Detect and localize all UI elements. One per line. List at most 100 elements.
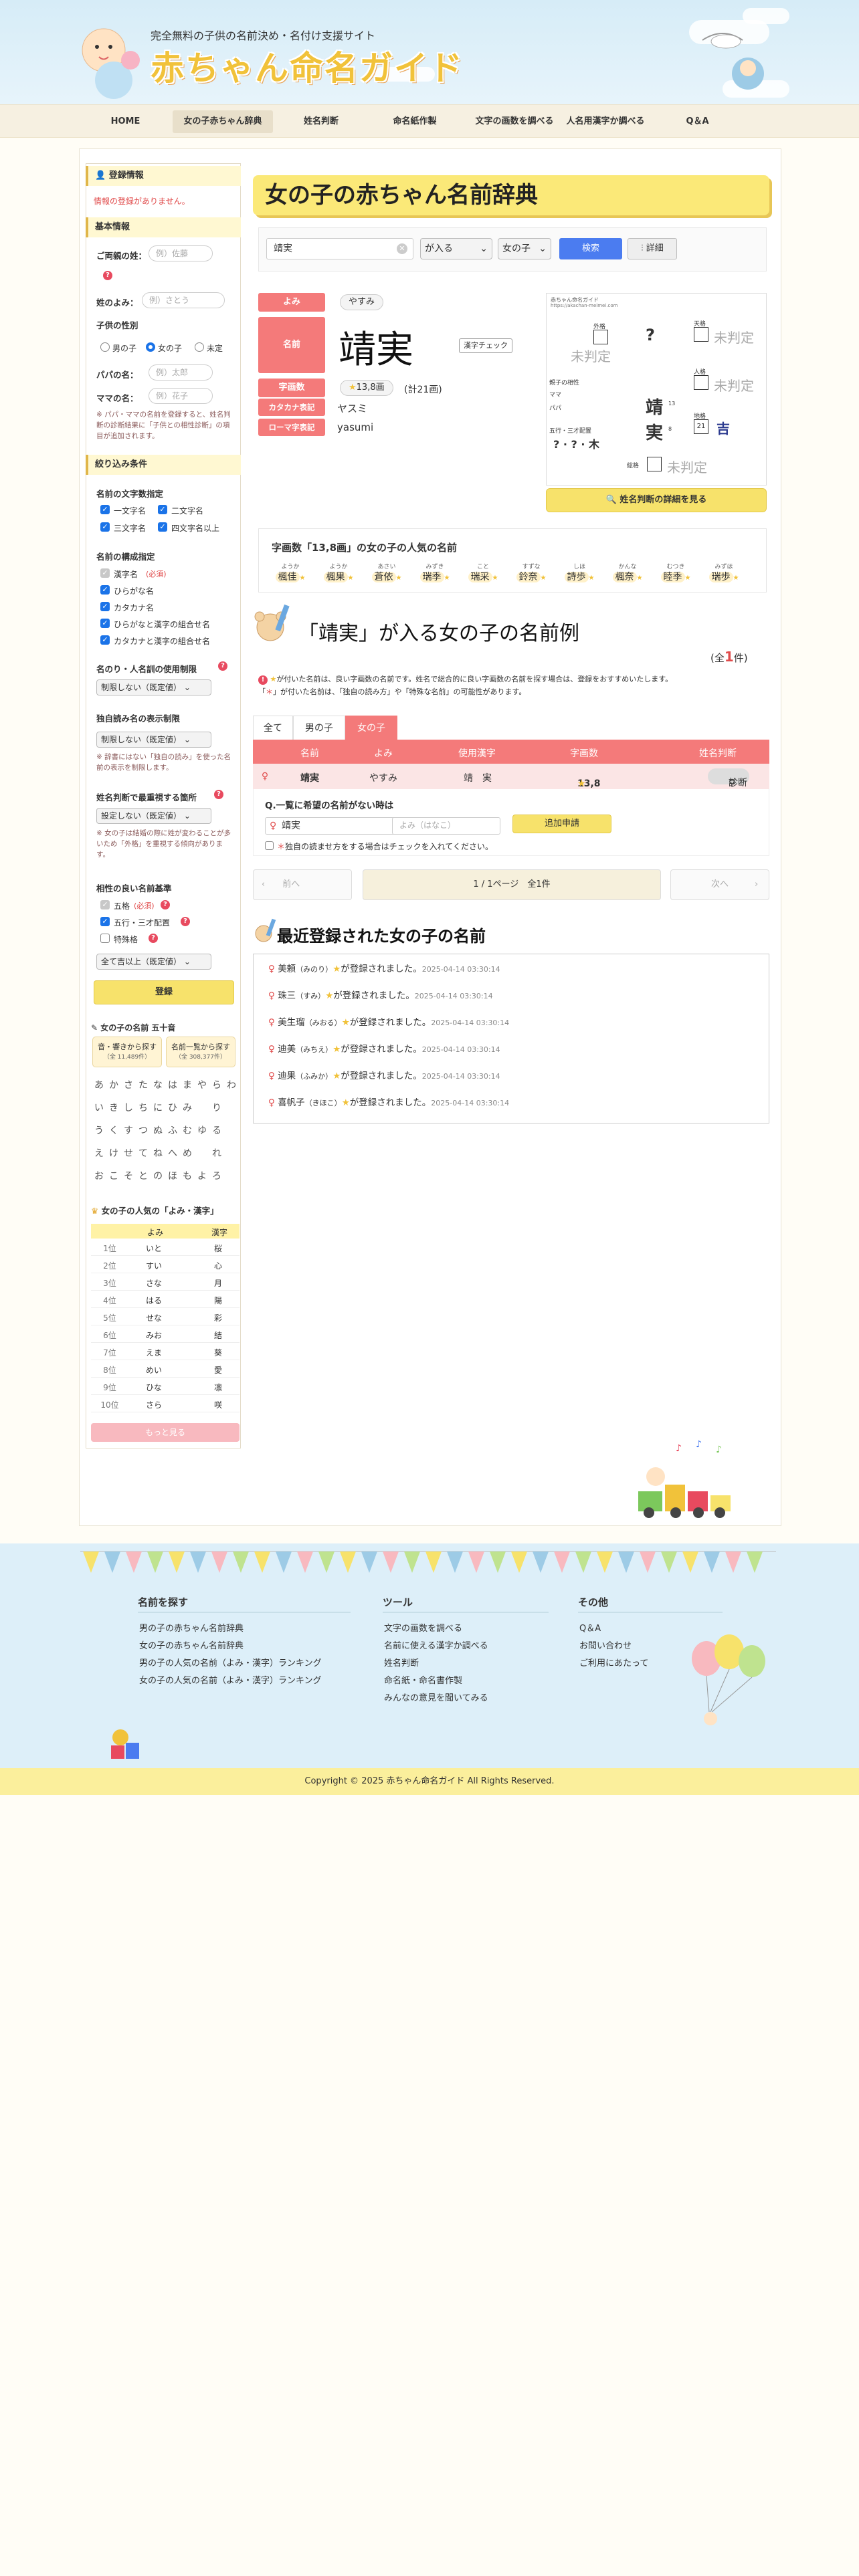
recent-name[interactable]: 美頼 xyxy=(278,964,296,974)
footer-link-meimei[interactable]: 命名紙・命名書作製 xyxy=(384,1673,462,1686)
ranking-row[interactable]: 10位 さら 咲 xyxy=(91,1395,240,1412)
same-strokes-name[interactable]: むつき 睦季 ★ xyxy=(653,562,698,583)
footer-link-opinion[interactable]: みんなの意見を聞いてみる xyxy=(384,1691,488,1703)
original-limit-select[interactable]: 制限しない（既定値） ⌄ xyxy=(96,732,211,748)
footer-link-boy-dictionary[interactable]: 男の子の赤ちゃん名前辞典 xyxy=(139,1621,244,1634)
ranking-kanji[interactable]: 結 xyxy=(198,1329,238,1341)
same-strokes-name[interactable]: すずな 鈴奈 ★ xyxy=(508,562,554,583)
nav-meimei-paper[interactable]: 命名紙作製 xyxy=(375,110,455,133)
kana-link[interactable]: け xyxy=(106,1146,122,1160)
kana-link[interactable]: せ xyxy=(120,1146,136,1160)
name-text[interactable]: 詩歩 xyxy=(564,572,589,582)
kana-link[interactable]: ち xyxy=(135,1101,151,1114)
kana-link[interactable]: て xyxy=(135,1146,151,1160)
tab-girl[interactable]: 女の子 xyxy=(345,716,397,740)
recent-name[interactable]: 喜帆子 xyxy=(278,1097,305,1108)
table-row[interactable]: ♀ 靖実 やすみ 靖 実 13,8 ★ ⚲ 診断 xyxy=(253,764,769,789)
mama-name-input[interactable]: 例）花子 xyxy=(149,388,213,404)
help-icon[interactable]: ? xyxy=(181,917,190,926)
priority-select[interactable]: 設定しない（既定値） ⌄ xyxy=(96,808,211,824)
kana-link[interactable]: め xyxy=(179,1146,195,1160)
same-strokes-name[interactable]: かんな 楓奈 ★ xyxy=(605,562,650,583)
detail-search-button[interactable]: ⫶ 詳細 xyxy=(628,238,677,259)
help-icon[interactable]: ? xyxy=(218,661,227,671)
kana-link[interactable]: さ xyxy=(120,1078,136,1091)
composition-katakana-checkbox[interactable]: ✓ xyxy=(100,602,110,611)
kana-link[interactable]: ぬ xyxy=(150,1123,166,1137)
list-search-button[interactable]: 名前一覧から探す （全 308,377件） xyxy=(166,1037,235,1067)
charcount-4-checkbox[interactable]: ✓ xyxy=(158,522,167,532)
list-item[interactable]: ♀ 珠三（すみ）★が登録されました。2025-04-14 03:30:14 xyxy=(268,988,493,1001)
kana-link[interactable]: ら xyxy=(209,1078,225,1091)
ranking-reading[interactable]: すい xyxy=(134,1260,174,1271)
kana-link[interactable]: む xyxy=(179,1123,195,1137)
kana-link[interactable]: ね xyxy=(150,1146,166,1160)
ranking-reading[interactable]: せな xyxy=(134,1312,174,1323)
fortune-detail-button[interactable]: 🔍 姓名判断の詳細を見る xyxy=(546,488,767,512)
ranking-row[interactable]: 4位 はる 陽 xyxy=(91,1291,240,1308)
footer-link-terms[interactable]: ご利用にあたって xyxy=(579,1656,648,1669)
next-page-button[interactable]: 次へ › xyxy=(670,869,769,900)
kana-link[interactable]: わ xyxy=(223,1078,240,1091)
list-item[interactable]: ♀ 迪美（みちえ）★が登録されました。2025-04-14 03:30:14 xyxy=(268,1041,500,1055)
kana-link[interactable]: り xyxy=(209,1101,225,1114)
name-text[interactable]: 瑞采 xyxy=(468,572,492,582)
kana-link[interactable]: う xyxy=(91,1123,107,1137)
ranking-kanji[interactable]: 桜 xyxy=(198,1243,238,1254)
composition-hiragana-kanji-checkbox[interactable]: ✓ xyxy=(100,619,110,628)
search-button[interactable]: 検索 xyxy=(559,238,622,259)
kana-link[interactable]: ま xyxy=(179,1078,195,1091)
name-text[interactable]: 楓佳 xyxy=(275,572,300,582)
ranking-reading[interactable]: えま xyxy=(134,1347,174,1358)
kana-link[interactable]: く xyxy=(106,1123,122,1137)
kana-link[interactable]: ふ xyxy=(165,1123,181,1137)
ranking-reading[interactable]: ひな xyxy=(134,1382,174,1393)
ranking-row[interactable]: 8位 めい 愛 xyxy=(91,1360,240,1378)
kana-link[interactable]: す xyxy=(120,1123,136,1137)
gender-radio-undecided[interactable] xyxy=(195,342,204,352)
ranking-row[interactable]: 7位 えま 葵 xyxy=(91,1343,240,1360)
good-match-select[interactable]: 全て吉以上（既定値） ⌄ xyxy=(96,954,211,970)
kana-link[interactable]: お xyxy=(91,1169,107,1182)
gender-radio-girl[interactable] xyxy=(146,342,155,352)
kana-link[interactable]: と xyxy=(135,1169,151,1182)
nav-qa[interactable]: Q＆A xyxy=(669,110,726,133)
kana-link[interactable]: れ xyxy=(209,1146,225,1160)
kana-link[interactable]: や xyxy=(194,1078,210,1091)
ranking-reading[interactable]: はる xyxy=(134,1295,174,1306)
nav-seimei-handan[interactable]: 姓名判断 xyxy=(281,110,361,133)
ranking-row[interactable]: 6位 みお 結 xyxy=(91,1325,240,1343)
kana-link[interactable]: み xyxy=(179,1101,195,1114)
ranking-row[interactable]: 3位 さな 月 xyxy=(91,1273,240,1291)
ranking-row[interactable]: 2位 すい 心 xyxy=(91,1256,240,1273)
footer-link-strokes[interactable]: 文字の画数を調べる xyxy=(384,1621,462,1634)
ranking-row[interactable]: 1位 いと 桜 xyxy=(91,1239,240,1256)
footer-link-girl-dictionary[interactable]: 女の子の赤ちゃん名前辞典 xyxy=(139,1638,244,1651)
footer-link-kanji-check[interactable]: 名前に使える漢字か調べる xyxy=(384,1638,488,1651)
list-item[interactable]: ♀ 那美花 xyxy=(268,1121,305,1123)
add-name-input[interactable]: ♀ 靖実 xyxy=(265,817,399,835)
kana-link[interactable]: は xyxy=(165,1078,181,1091)
kana-link[interactable]: る xyxy=(209,1123,225,1137)
name-text[interactable]: 瑞歩 xyxy=(708,572,733,582)
site-logo[interactable]: 赤ちゃん命名ガイド xyxy=(151,41,464,90)
original-reading-checkbox[interactable] xyxy=(265,841,274,850)
surname-reading-input[interactable]: 例）さとう xyxy=(142,292,225,308)
kana-link[interactable]: よ xyxy=(194,1169,210,1182)
good-gogyo-checkbox[interactable]: ✓ xyxy=(100,917,110,926)
same-strokes-name[interactable]: みずき 瑞季 ★ xyxy=(412,562,458,583)
list-item[interactable]: ♀ 迪果（ふみか）★が登録されました。2025-04-14 03:30:14 xyxy=(268,1068,500,1081)
ranking-reading[interactable]: みお xyxy=(134,1329,174,1341)
footer-link-seimei[interactable]: 姓名判断 xyxy=(384,1656,419,1669)
ranking-kanji[interactable]: 陽 xyxy=(198,1295,238,1306)
name-text[interactable]: 瑞季 xyxy=(419,572,444,582)
ranking-kanji[interactable]: 葵 xyxy=(198,1347,238,1358)
row-name[interactable]: 靖実 xyxy=(273,771,347,784)
recent-name[interactable]: 珠三 xyxy=(278,990,296,1001)
search-mode-select[interactable]: が入る ⌄ xyxy=(420,238,492,259)
kana-link[interactable]: こ xyxy=(106,1169,122,1182)
ranking-reading[interactable]: さな xyxy=(134,1277,174,1289)
kana-link[interactable]: そ xyxy=(120,1169,136,1182)
nav-girl-dictionary[interactable]: 女の子赤ちゃん辞典 xyxy=(173,110,273,133)
name-text[interactable]: 楓奈 xyxy=(612,572,637,582)
